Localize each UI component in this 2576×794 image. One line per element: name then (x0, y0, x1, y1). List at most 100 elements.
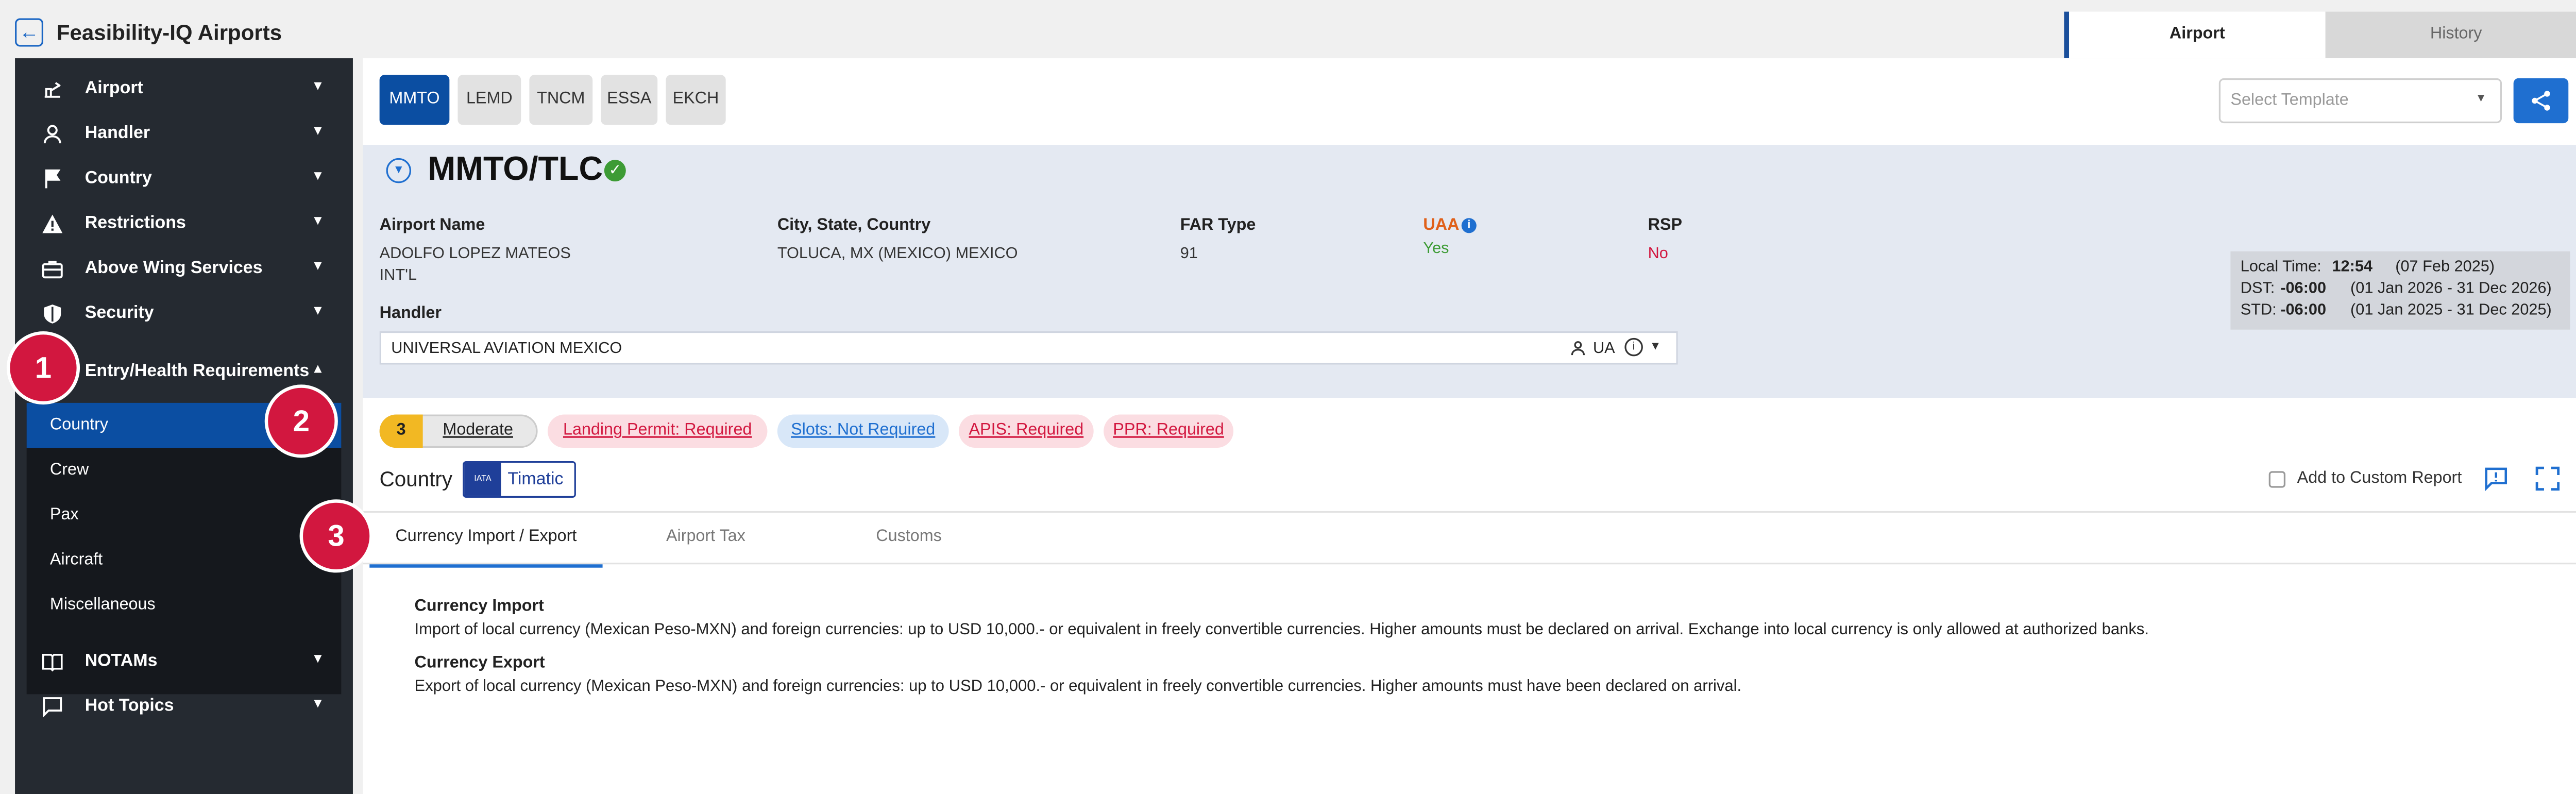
currency-import-text: Import of local currency (Mexican Peso-M… (414, 621, 2149, 639)
template-select-placeholder: Select Template (2230, 91, 2349, 110)
warning-icon (42, 214, 63, 233)
step-badge-3: 3 (299, 499, 373, 573)
chevron-down-icon: ▼ (2475, 93, 2487, 105)
custom-report-label: Add to Custom Report (2297, 469, 2462, 488)
sidebar-item-label: Airport (84, 78, 143, 98)
sidebar-item-label: NOTAMs (84, 651, 158, 671)
risk-level: Moderate (443, 421, 513, 440)
custom-report-checkbox[interactable] (2268, 471, 2286, 488)
info-icon[interactable]: i (1624, 337, 1643, 357)
sidebar-item-above-wing-services[interactable]: Above Wing Services ▼ (15, 246, 353, 291)
chevron-down-icon: ▼ (311, 651, 325, 666)
submenu-item-miscellaneous[interactable]: Miscellaneous (27, 583, 342, 628)
airport-chip-lemd[interactable]: LEMD (457, 75, 521, 125)
local-time-date: (07 Feb 2025) (2395, 258, 2495, 277)
handler-code: UA (1592, 340, 1615, 358)
fullscreen-icon[interactable] (2535, 466, 2560, 491)
info-icon[interactable]: i (1461, 218, 1477, 233)
app-title: Feasibility-IQ Airports (56, 20, 282, 45)
feedback-icon[interactable] (2484, 466, 2509, 492)
airport-name-label: Airport Name (379, 216, 485, 235)
step-badge-2: 2 (264, 384, 338, 458)
city-state-country-value: TOLUCA, MX (MEXICO) MEXICO (777, 244, 1018, 263)
airport-chip-tncm[interactable]: TNCM (529, 75, 593, 125)
airport-code-title: MMTO/TLC (428, 151, 603, 189)
tab-airport[interactable]: Airport (2064, 11, 2326, 59)
far-type-label: FAR Type (1180, 216, 1256, 235)
chevron-down-icon: ▼ (311, 78, 325, 93)
timatic-logo: IATA Timatic (463, 461, 576, 498)
submenu-item-aircraft[interactable]: Aircraft (27, 538, 342, 583)
airport-chip-essa[interactable]: ESSA (601, 75, 658, 125)
chevron-down-icon: ▼ (311, 213, 325, 228)
local-time-panel: Local Time: 12:54 (07 Feb 2025) DST: -06… (2230, 251, 2570, 330)
handler-value: UNIVERSAL AVIATION MEXICO (391, 340, 622, 358)
tab-customs[interactable]: Customs (809, 511, 1009, 564)
iata-logo-text: IATA (464, 463, 501, 496)
sidebar-item-airport[interactable]: Airport ▼ (15, 66, 353, 111)
uaa-value: Yes (1423, 240, 1449, 258)
currency-export-title: Currency Export (414, 654, 545, 673)
sidebar-item-label: Security (84, 303, 154, 323)
submenu-item-label: Pax (49, 506, 79, 525)
tab-history[interactable]: History (2325, 11, 2576, 59)
chevron-up-icon: ▲ (311, 361, 325, 377)
std-offset: -06:00 (2280, 301, 2327, 320)
dst-range: (01 Jan 2026 - 31 Dec 2026) (2350, 279, 2552, 298)
section-title: Country (379, 467, 453, 492)
sidebar-item-label: Hot Topics (84, 696, 174, 716)
local-time-value: 12:54 (2332, 258, 2373, 277)
airport-chip-mmto[interactable]: MMTO (379, 75, 450, 125)
std-range: (01 Jan 2025 - 31 Dec 2025) (2350, 301, 2552, 320)
template-select[interactable]: Select Template ▼ (2218, 78, 2502, 124)
sidebar-item-country[interactable]: Country ▼ (15, 157, 353, 201)
airport-name-line2: INT'L (379, 266, 417, 285)
submenu-item-label: Country (49, 416, 109, 435)
back-arrow-icon[interactable]: ← (15, 18, 44, 47)
airport-icon (44, 82, 61, 98)
tab-currency-import-export[interactable]: Currency Import / Export (369, 511, 603, 568)
slots-pill[interactable]: Slots: Not Required (777, 414, 949, 448)
sidebar-item-notams[interactable]: NOTAMs ▼ (15, 639, 353, 684)
risk-badge[interactable]: 3 Moderate (379, 414, 538, 448)
sidebar-item-hot-topics[interactable]: Hot Topics ▼ (15, 684, 353, 729)
far-type-value: 91 (1180, 244, 1198, 263)
handler-select[interactable]: UNIVERSAL AVIATION MEXICO UA i ▼ (379, 331, 1678, 365)
apis-pill[interactable]: APIS: Required (958, 414, 1094, 448)
handler-label: Handler (379, 305, 442, 323)
verified-check-icon: ✓ (604, 160, 626, 182)
chevron-down-icon: ▼ (311, 123, 325, 139)
airport-name-line1: ADOLFO LOPEZ MATEOS (379, 244, 571, 263)
step-badge-1: 1 (6, 331, 80, 405)
dst-offset: -06:00 (2280, 279, 2327, 298)
sidebar-item-handler[interactable]: Handler ▼ (15, 111, 353, 156)
sidebar-item-label: Entry/Health Requirements (84, 361, 310, 381)
rsp-label: RSP (1648, 216, 1683, 235)
sidebar-item-label: Country (84, 168, 152, 189)
ppr-pill[interactable]: PPR: Required (1104, 414, 1234, 448)
sidebar-item-label: Restrictions (84, 213, 186, 233)
uaa-label: UAA (1423, 216, 1460, 235)
chevron-down-icon: ▼ (311, 168, 325, 183)
chat-icon (43, 697, 62, 718)
airport-chip-ekch[interactable]: EKCH (666, 75, 726, 125)
landing-permit-pill[interactable]: Landing Permit: Required (547, 414, 768, 448)
submenu-item-label: Crew (49, 461, 89, 480)
tab-airport-tax[interactable]: Airport Tax (603, 511, 809, 564)
currency-import-title: Currency Import (414, 597, 544, 616)
chevron-down-icon: ▼ (311, 696, 325, 711)
person-icon (43, 125, 61, 144)
risk-score: 3 (379, 414, 423, 448)
book-icon (42, 653, 63, 672)
flag-icon (45, 169, 61, 189)
collapse-toggle-icon[interactable]: ▼ (386, 158, 412, 183)
local-time-label: Local Time: (2240, 258, 2321, 277)
chevron-down-icon: ▼ (311, 303, 325, 318)
shield-icon (44, 305, 61, 324)
sidebar-item-security[interactable]: Security ▼ (15, 291, 353, 336)
submenu-item-pax[interactable]: Pax (27, 493, 342, 537)
sidebar-item-label: Above Wing Services (84, 258, 263, 278)
sidebar-item-restrictions[interactable]: Restrictions ▼ (15, 201, 353, 246)
share-button[interactable] (2513, 78, 2569, 124)
dst-label: DST: (2240, 279, 2275, 298)
